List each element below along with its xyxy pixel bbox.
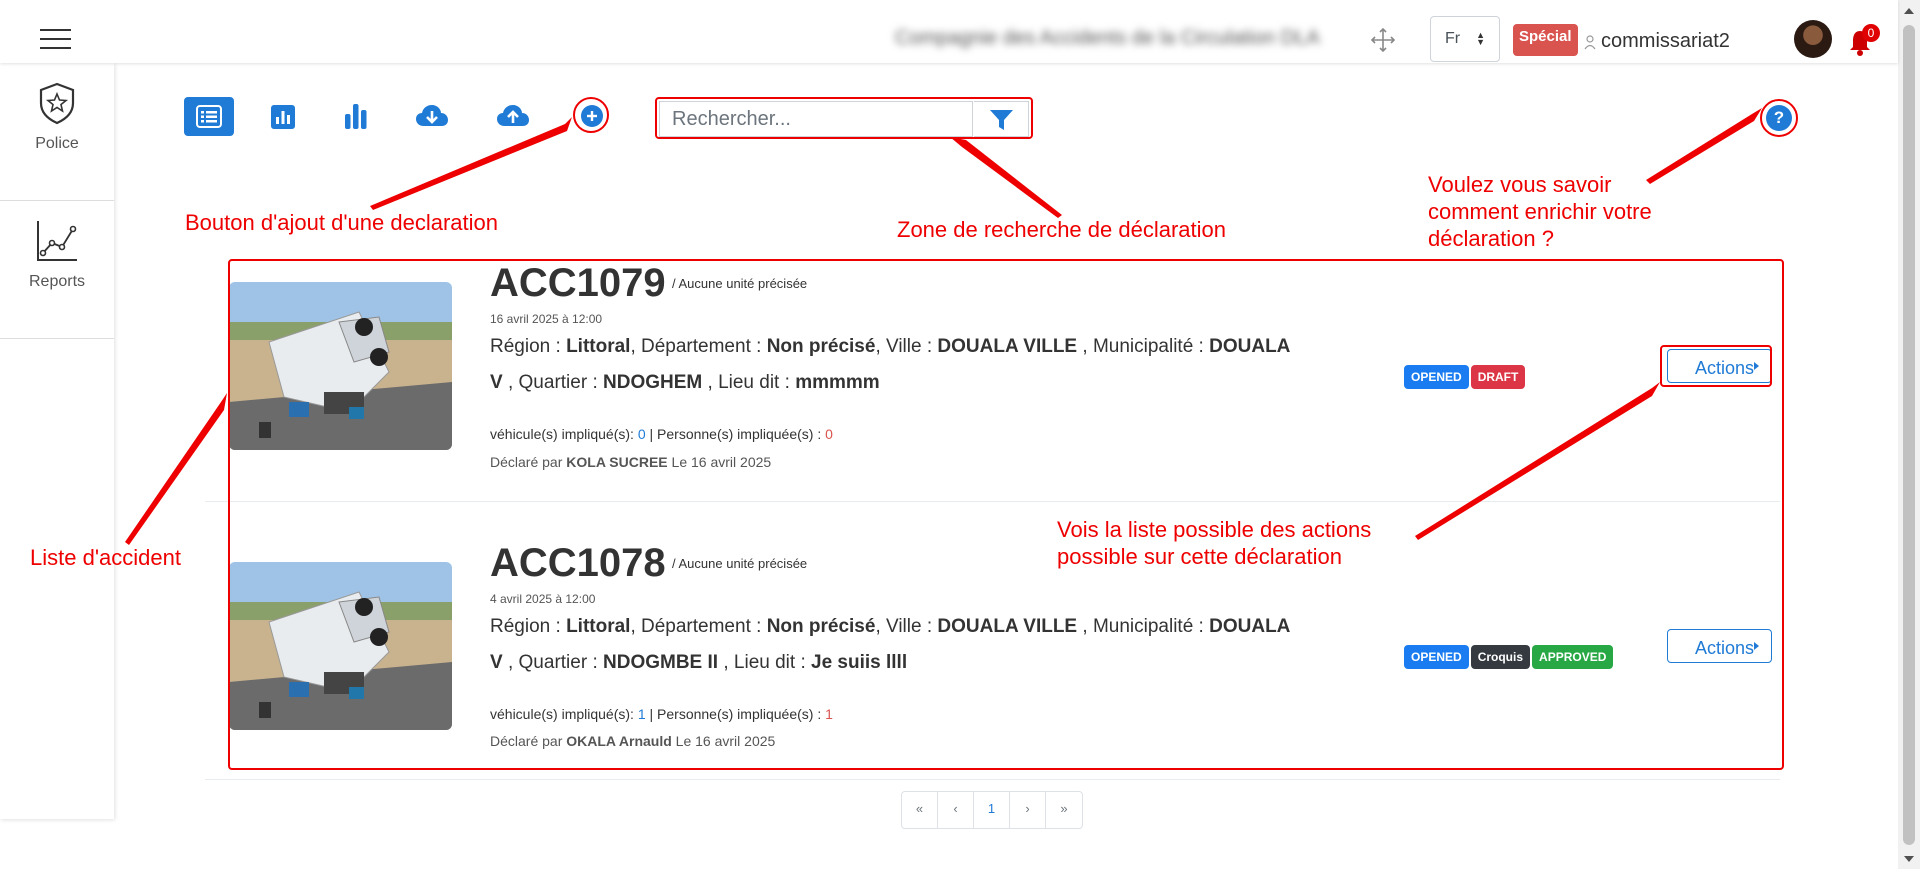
top-header: Compagnie des Accidents de la Circulatio… <box>0 0 1898 63</box>
arrow-to-search <box>950 137 1062 218</box>
filter-funnel-icon <box>990 110 1013 130</box>
annotation-help: Voulez vous savoir comment enrichir votre… <box>1428 172 1652 251</box>
report-chart-icon <box>271 105 295 129</box>
bar-chart-icon <box>345 104 367 129</box>
card-divider <box>205 779 1780 780</box>
cloud-upload-icon <box>497 105 529 126</box>
status-badges: OPENED DRAFT <box>1404 365 1526 389</box>
annotation-actions: Vois la liste possible des actions possib… <box>1057 517 1372 569</box>
bar-chart-button[interactable] <box>343 97 369 136</box>
accident-counts: véhicule(s) impliqué(s): 0 | Personne(s)… <box>490 426 833 442</box>
special-badge: Spécial <box>1513 24 1578 56</box>
status-badge: DRAFT <box>1470 365 1526 389</box>
sidebar-item-label: Reports <box>28 273 86 290</box>
user-icon <box>1584 35 1596 50</box>
arrow-to-help <box>1646 108 1762 184</box>
police-shield-icon <box>39 82 75 125</box>
search-input[interactable] <box>660 102 974 136</box>
page-scrollbar[interactable] <box>1898 0 1920 869</box>
cloud-download-icon <box>416 105 448 126</box>
accident-card: ACC1079 / Aucune unité précisée 16 avril… <box>205 261 1780 541</box>
actions-button[interactable]: Actions <box>1667 629 1772 663</box>
company-name: Compagnie des Accidents de la Circulatio… <box>895 27 1320 49</box>
actions-button[interactable]: Actions <box>1667 349 1772 383</box>
sidebar-item-police[interactable]: Police <box>0 63 114 201</box>
list-view-icon <box>196 105 222 128</box>
username[interactable]: commissariat2 <box>1601 30 1730 53</box>
page-prev[interactable]: ‹ <box>938 792 974 828</box>
page-first[interactable]: « <box>902 792 938 828</box>
annotation-search-zone: Zone de recherche de déclaration <box>897 217 1226 242</box>
accident-code[interactable]: ACC1079 <box>490 261 666 306</box>
caret-right-icon <box>1754 642 1759 650</box>
scroll-up-icon[interactable] <box>1904 8 1914 14</box>
upload-button[interactable] <box>497 97 529 136</box>
page-last[interactable]: » <box>1046 792 1082 828</box>
accident-unit: / Aucune unité précisée <box>672 276 808 291</box>
language-select[interactable]: Fr ▲ ▼ <box>1430 16 1500 62</box>
pagination: « ‹ 1 › » <box>901 791 1083 829</box>
language-value: Fr <box>1445 30 1461 47</box>
add-declaration-button[interactable] <box>580 104 604 128</box>
scroll-thumb[interactable] <box>1903 25 1915 845</box>
accident-photo[interactable] <box>229 562 452 730</box>
download-button[interactable] <box>416 97 448 136</box>
annotation-add-button: Bouton d'ajout d'une declaration <box>185 210 498 235</box>
actions-label: Actions <box>1694 638 1755 658</box>
help-button[interactable]: ? <box>1766 105 1792 131</box>
add-circle-icon <box>581 105 603 127</box>
caret-right-icon <box>1754 362 1759 370</box>
report-chart-button[interactable] <box>270 97 296 136</box>
notification-count: 0 <box>1862 24 1880 42</box>
accident-declared-by: Déclaré par OKALA Arnauld Le 16 avril 20… <box>490 733 776 749</box>
arrow-to-add-button <box>370 117 572 210</box>
accident-datetime: 4 avril 2025 à 12:00 <box>490 592 596 606</box>
status-badges: OPENED Croquis APPROVED <box>1404 645 1614 669</box>
accident-location: Région : Littoral, Département : Non pré… <box>490 616 1291 673</box>
card-divider <box>205 501 1780 502</box>
accident-declared-by: Déclaré par KOLA SUCREE Le 16 avril 2025 <box>490 454 772 470</box>
accident-counts: véhicule(s) impliqué(s): 1 | Personne(s)… <box>490 706 833 722</box>
accident-photo[interactable] <box>229 282 452 450</box>
page-current[interactable]: 1 <box>974 792 1010 828</box>
scroll-down-icon[interactable] <box>1904 856 1914 862</box>
sidebar-item-label: Police <box>35 135 79 152</box>
page-next[interactable]: › <box>1010 792 1046 828</box>
list-view-button[interactable] <box>184 97 234 136</box>
actions-label: Actions <box>1694 358 1755 378</box>
accident-datetime: 16 avril 2025 à 12:00 <box>490 312 603 326</box>
move-arrows-icon[interactable] <box>1370 27 1396 53</box>
sidebar: Police Reports <box>0 63 114 819</box>
sidebar-item-reports[interactable]: Reports <box>0 201 114 339</box>
line-chart-icon <box>37 221 77 261</box>
accident-unit: / Aucune unité précisée <box>672 556 808 571</box>
accident-location: Région : Littoral, Département : Non pré… <box>490 336 1291 393</box>
status-badge: OPENED <box>1404 645 1469 669</box>
search-box <box>659 101 974 137</box>
status-badge: Croquis <box>1470 645 1531 669</box>
annotation-list: Liste d'accident <box>30 545 181 570</box>
filter-button[interactable] <box>974 101 1029 137</box>
status-badge: APPROVED <box>1532 645 1614 669</box>
accident-code[interactable]: ACC1078 <box>490 541 666 586</box>
status-badge: OPENED <box>1404 365 1469 389</box>
hamburger-menu-icon[interactable] <box>40 29 71 49</box>
select-arrows-icon: ▲ ▼ <box>1476 30 1485 47</box>
user-avatar[interactable] <box>1794 20 1832 58</box>
